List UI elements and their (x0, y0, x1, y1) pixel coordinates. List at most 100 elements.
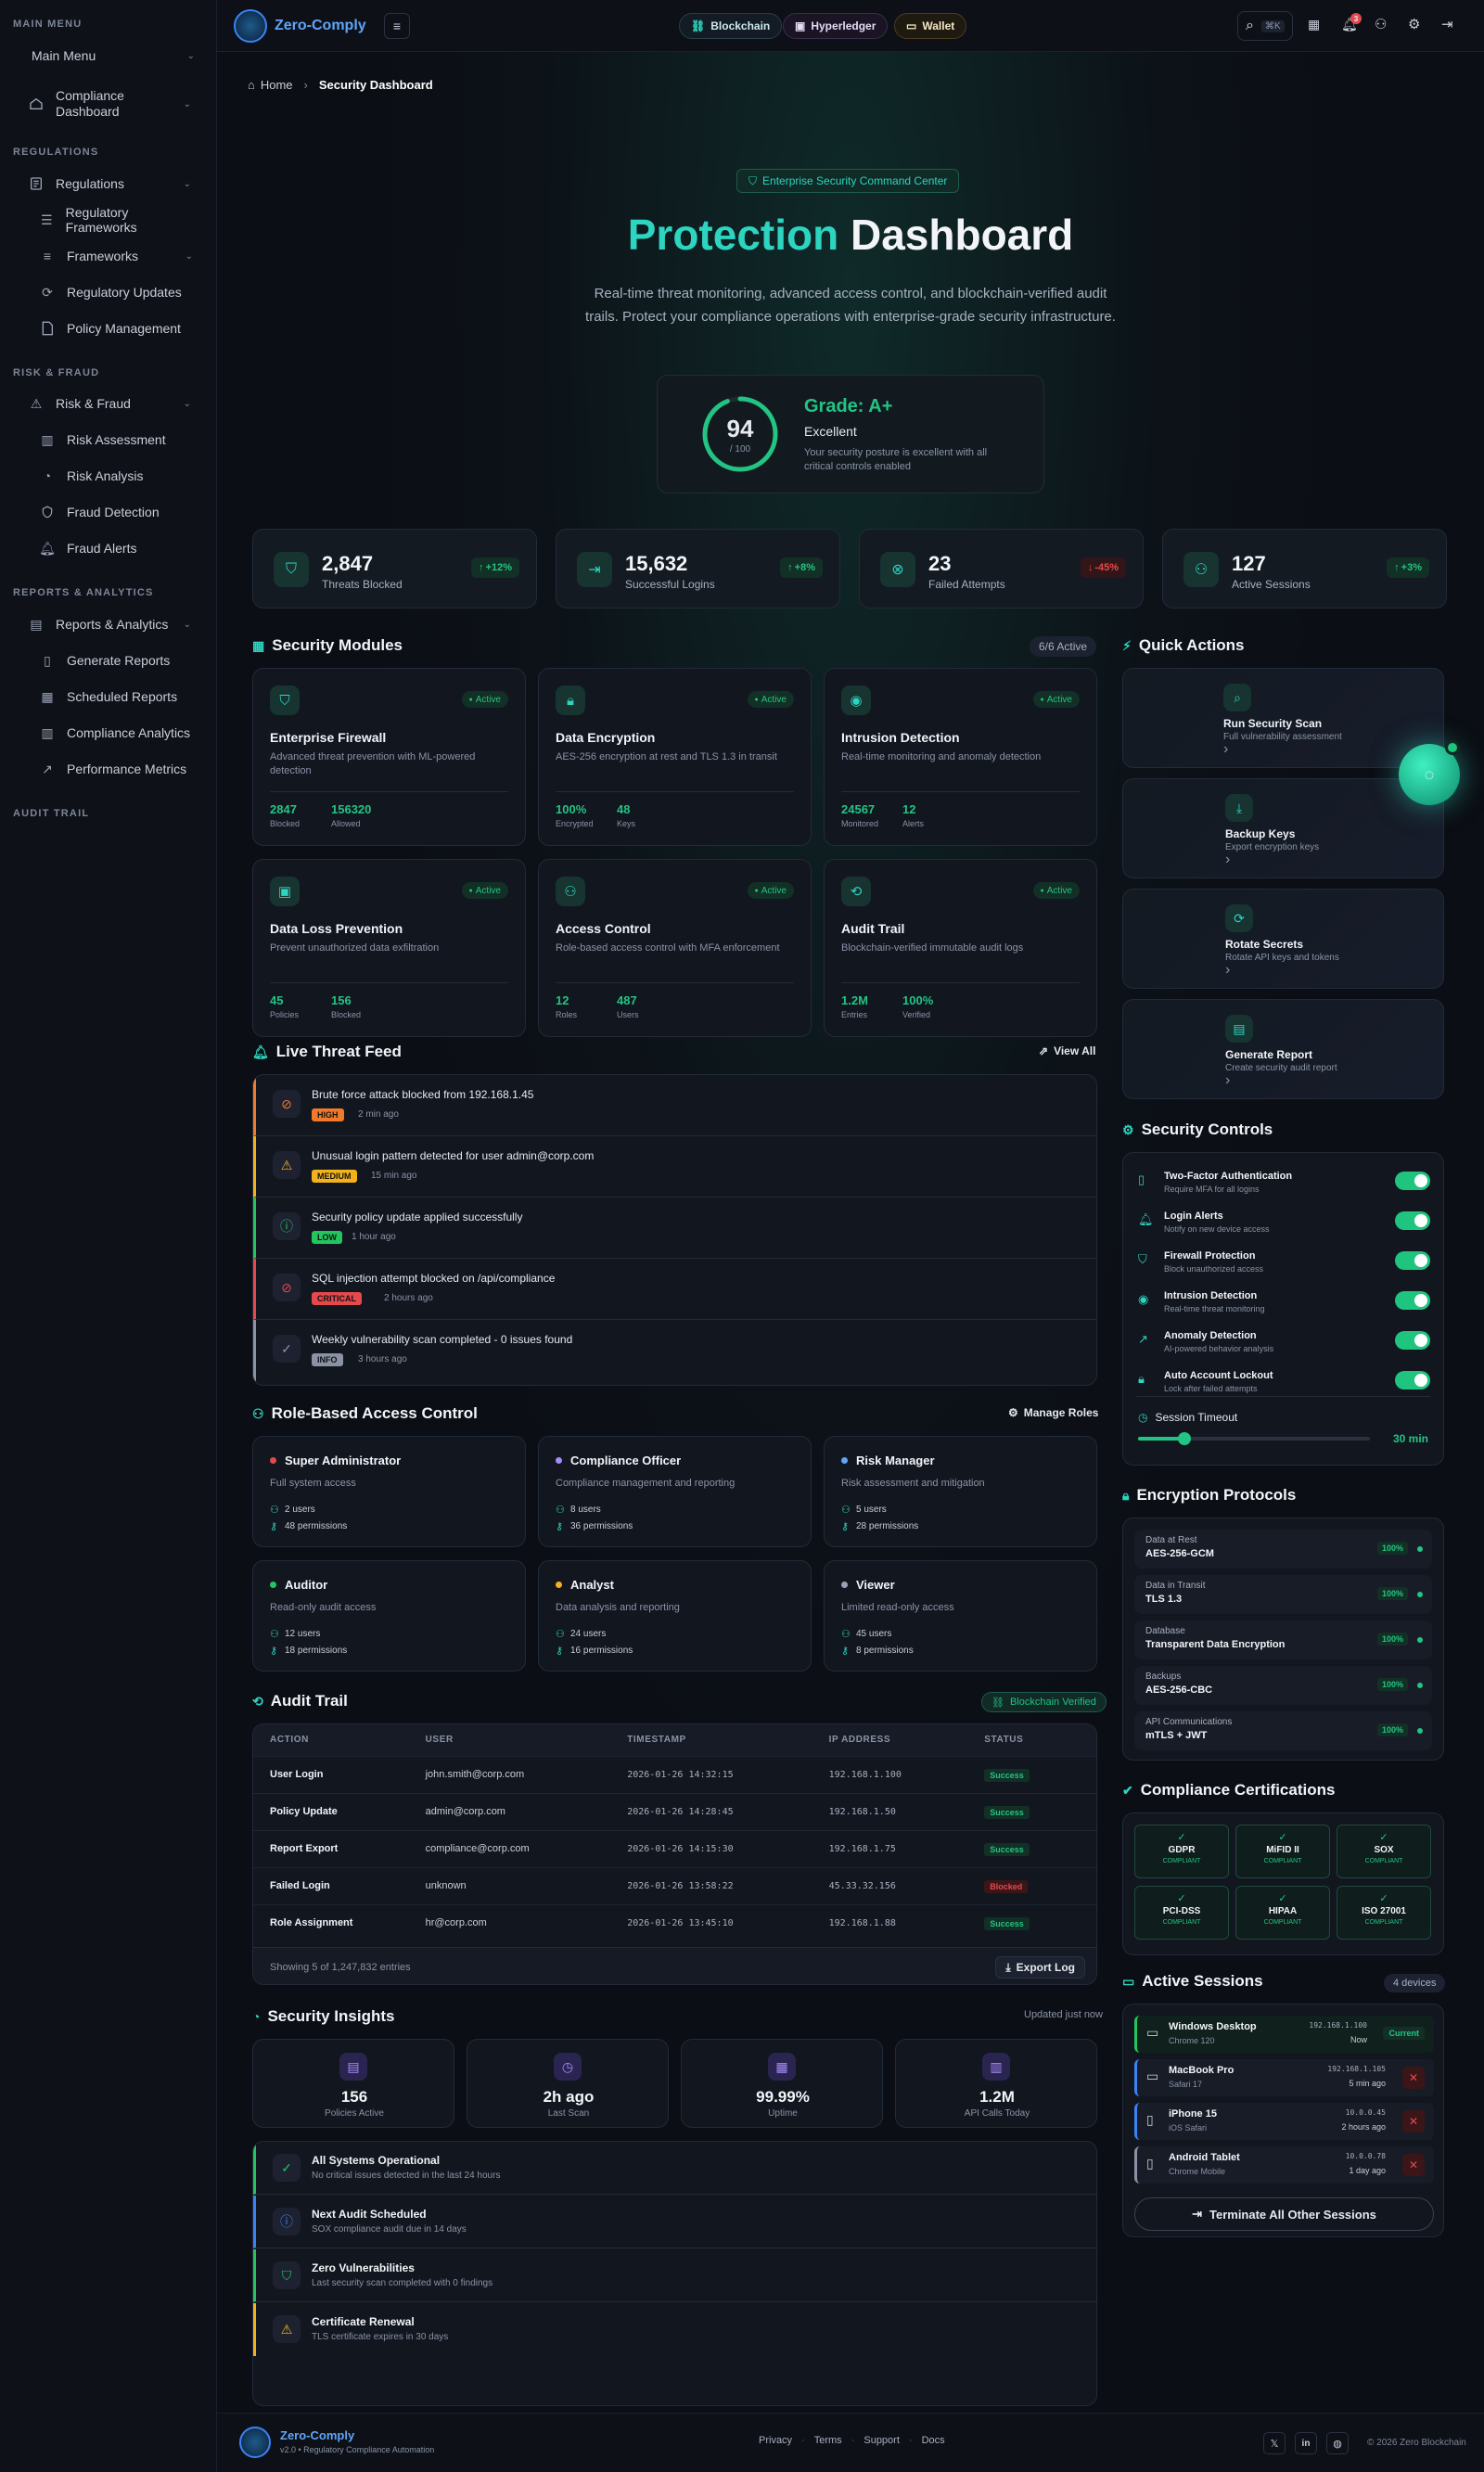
slider-thumb[interactable] (1178, 1432, 1191, 1445)
close-icon[interactable]: ✕ (1402, 2154, 1425, 2176)
threat-item[interactable]: ✓ Weekly vulnerability scan completed - 0… (253, 1320, 1096, 1381)
module-card[interactable]: ▣ ● Active Data Loss Prevention Prevent una… (252, 859, 526, 1037)
quick-action-desc: Export encryption keys (1225, 842, 1320, 852)
separator: · (851, 2435, 855, 2446)
sidebar-item-main-menu[interactable]: Main Menu ⌄ (20, 40, 206, 71)
chip-wallet[interactable]: ▭ Wallet (894, 13, 967, 39)
role-desc: Data analysis and reporting (556, 1602, 680, 1613)
footer-link[interactable]: Docs (922, 2435, 945, 2446)
footer-link[interactable]: Privacy (759, 2435, 792, 2446)
threat-item[interactable]: ⊘ SQL injection attempt blocked on /api/c… (253, 1259, 1096, 1320)
audit-table-card: ACTION USER TIMESTAMP IP ADDRESS STATUS User… (252, 1723, 1097, 1985)
table-row[interactable]: Role Assignment hr@corp.com 2026-01-26 13:… (253, 1904, 1096, 1941)
sidebar-item-compliance-dashboard[interactable]: Compliance Dashboard ⌄ (17, 83, 202, 124)
sidebar-item-risk-assessment[interactable]: ▥ Risk Assessment (28, 424, 204, 455)
control-toggle[interactable] (1395, 1371, 1430, 1390)
check-circle-icon: ✓ (1379, 1893, 1388, 1904)
module-name: Data Encryption (556, 730, 656, 745)
x-twitter-icon[interactable]: 𝕏 (1263, 2432, 1286, 2454)
encryption-row: Data at Rest AES-256-GCM 100% (1134, 1530, 1432, 1569)
breadcrumb-home[interactable]: Home (261, 78, 293, 92)
quick-action-card[interactable]: ⤓ Backup Keys Export encryption keys › (1122, 778, 1444, 878)
sidebar-item-generate-reports[interactable]: ▯ Generate Reports (28, 645, 204, 676)
gear-icon[interactable]: ⚙ (1408, 16, 1420, 32)
sidebar-item-compliance-analytics[interactable]: ▥ Compliance Analytics (28, 717, 204, 749)
sidebar-item-fraud-alerts[interactable]: 🔔︎ Fraud Alerts (28, 532, 204, 564)
session-device: iPhone 15 (1169, 2108, 1217, 2120)
sidebar-item-frameworks[interactable]: ≡ Frameworks ⌄ (28, 240, 204, 272)
quick-action-card[interactable]: ▤ Generate Report Create security audit re… (1122, 999, 1444, 1099)
close-icon[interactable]: ✕ (1402, 2067, 1425, 2089)
sidebar-item-risk-fraud[interactable]: ⚠ Risk & Fraud ⌄ (17, 388, 202, 419)
menu-toggle-button[interactable]: ≡ (384, 13, 410, 39)
module-metric-label: Roles (556, 1010, 578, 1019)
session-timeout-slider[interactable] (1138, 1432, 1370, 1445)
module-card[interactable]: ⚇ ● Active Access Control Role-based access… (538, 859, 812, 1037)
badge-label: Blockchain Verified (1009, 1697, 1096, 1708)
sidebar-item-performance-metrics[interactable]: ↗ Performance Metrics (28, 753, 204, 785)
linkedin-icon[interactable]: in (1295, 2432, 1317, 2454)
control-toggle[interactable] (1395, 1211, 1430, 1230)
chip-hyperledger[interactable]: ▣ Hyperledger (783, 13, 889, 39)
role-name: Analyst (570, 1578, 614, 1592)
calendar-icon[interactable]: ▦ (1308, 17, 1320, 32)
wallet-icon: ▭ (906, 19, 917, 32)
sidebar-item-reports-analytics[interactable]: ▤ Reports & Analytics ⌄ (17, 608, 202, 640)
sidebar-item-policy-management[interactable]: Policy Management (28, 313, 204, 344)
control-row: 🔒︎ Auto Account Lockout Lock after failed … (1123, 1365, 1443, 1403)
sidebar-item-regulatory-updates[interactable]: ⟳ Regulatory Updates (28, 276, 204, 308)
logout-icon[interactable]: ⇥ (1441, 16, 1453, 32)
control-row: ▯ Two-Factor Authentication Require MFA fo… (1123, 1166, 1443, 1203)
control-toggle[interactable] (1395, 1172, 1430, 1190)
footer-link[interactable]: Terms (814, 2435, 842, 2446)
session-browser: Chrome 120 (1169, 2036, 1215, 2045)
threat-item[interactable]: ⊘ Brute force attack blocked from 192.168… (253, 1075, 1096, 1136)
role-card[interactable]: Super Administrator Full system access ⚇ 2 … (252, 1436, 526, 1547)
sidebar-item-fraud-detection[interactable]: Fraud Detection (28, 496, 204, 528)
quick-action-title: Generate Report (1225, 1048, 1313, 1061)
control-toggle[interactable] (1395, 1331, 1430, 1350)
sidebar-item-scheduled-reports[interactable]: ▦ Scheduled Reports (28, 681, 204, 712)
footer-link[interactable]: Support (864, 2435, 900, 2446)
sidebar-item-regulatory-frameworks[interactable]: ☰ Regulatory Frameworks (28, 204, 204, 236)
sidebar-item-risk-analysis[interactable]: ◔ Risk Analysis (28, 460, 204, 492)
module-card[interactable]: 🔒︎ ● Active Data Encryption AES-256 encrypt… (538, 668, 812, 846)
role-card[interactable]: Analyst Data analysis and reporting ⚇ 24 us… (538, 1560, 812, 1671)
role-card[interactable]: Risk Manager Risk assessment and mitigati… (824, 1436, 1097, 1547)
role-card[interactable]: Viewer Limited read-only access ⚇ 45 users ⚷… (824, 1560, 1097, 1671)
module-metric-value: 156 (331, 993, 352, 1007)
quick-action-card[interactable]: ⌕ Run Security Scan Full vulnerability ass… (1122, 668, 1444, 768)
table-row[interactable]: User Login john.smith@corp.com 2026-01-26 … (253, 1756, 1096, 1793)
module-card[interactable]: ⛉ ● Active Enterprise Firewall Advanced thr… (252, 668, 526, 846)
chip-blockchain[interactable]: ⛓ Blockchain (679, 13, 783, 39)
search-button[interactable]: ⌕ ⌘K (1237, 11, 1293, 41)
module-card[interactable]: ◉ ● Active Intrusion Detection Real-time mo… (824, 668, 1097, 846)
github-icon[interactable]: ◍ (1326, 2432, 1349, 2454)
control-toggle[interactable] (1395, 1291, 1430, 1310)
check-circle-icon: ✓ (273, 1335, 301, 1363)
quick-action-card[interactable]: ⟳ Rotate Secrets Rotate API keys and token… (1122, 889, 1444, 989)
table-row[interactable]: Failed Login unknown 2026-01-26 13:58:22 45… (253, 1867, 1096, 1904)
role-card[interactable]: Compliance Officer Compliance management … (538, 1436, 812, 1547)
view-all-link[interactable]: ⇗ View All (1039, 1044, 1095, 1057)
cell-ip: 45.33.32.156 (828, 1880, 896, 1891)
threat-item[interactable]: ⚠ Unusual login pattern detected for user… (253, 1136, 1096, 1198)
export-log-button[interactable]: ⤓ Export Log (995, 1956, 1085, 1979)
terminate-sessions-button[interactable]: ⇥ Terminate All Other Sessions (1134, 2197, 1434, 2231)
threat-item[interactable]: ⓘ Security policy update applied successf… (253, 1198, 1096, 1259)
table-row[interactable]: Report Export compliance@corp.com 2026-01-… (253, 1830, 1096, 1867)
sidebar-item-regulations[interactable]: Regulations ⌄ (17, 168, 202, 199)
trend-value: -45% (1094, 562, 1119, 573)
table-row[interactable]: Policy Update admin@corp.com 2026-01-26 14… (253, 1793, 1096, 1830)
control-toggle[interactable] (1395, 1251, 1430, 1270)
role-name: Viewer (856, 1578, 895, 1592)
module-card[interactable]: ⟲ ● Active Audit Trail Blockchain-verified … (824, 859, 1097, 1037)
role-card[interactable]: Auditor Read-only audit access ⚇ 12 users ⚷ 1… (252, 1560, 526, 1671)
manage-roles-button[interactable]: ⚙ Manage Roles (1008, 1406, 1098, 1419)
close-icon[interactable]: ✕ (1402, 2110, 1425, 2133)
download-icon: ⤓ (1005, 1960, 1011, 1974)
user-icon[interactable]: ⚇ (1375, 16, 1387, 32)
arrow-down-icon: ↓ (1087, 562, 1094, 573)
logo[interactable] (234, 9, 267, 43)
audit-trail-title: ⟲ Audit Trail (252, 1692, 348, 1710)
